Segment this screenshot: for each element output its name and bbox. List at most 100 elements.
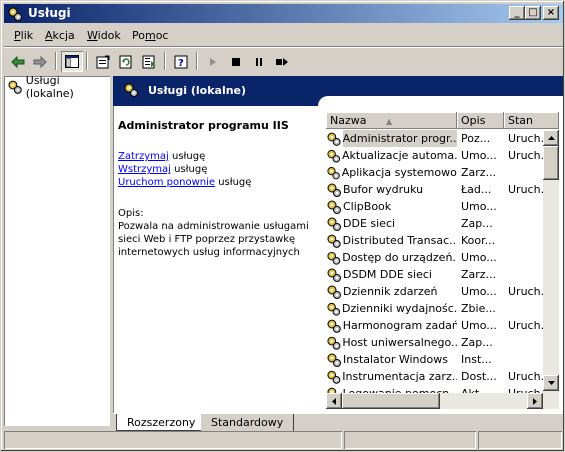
service-name-cell: DDE sieci bbox=[326, 215, 457, 232]
table-row[interactable]: Dziennik zdarzeń Umo... Uruch... bbox=[326, 283, 545, 300]
vertical-scrollbar[interactable] bbox=[543, 130, 559, 409]
svg-text:?: ? bbox=[178, 58, 184, 69]
table-row[interactable]: Dostęp do urządzeń... Umo... bbox=[326, 249, 545, 266]
menu-widok[interactable]: Widok bbox=[87, 29, 121, 42]
service-name: Dostęp do urządzeń... bbox=[342, 251, 457, 264]
tab-extended[interactable]: Rozszerzony bbox=[116, 414, 207, 431]
console-tree-icon bbox=[65, 55, 79, 68]
services-gear-icon bbox=[8, 80, 22, 94]
service-name-cell: Dziennik zdarzeń bbox=[326, 283, 457, 300]
table-row[interactable]: ClipBook Umo... bbox=[326, 198, 545, 215]
service-name: Harmonogram zadań bbox=[342, 319, 457, 332]
service-gear-icon bbox=[327, 183, 341, 197]
show-hide-tree-button[interactable] bbox=[61, 51, 83, 72]
menu-akcja[interactable]: Akcja bbox=[45, 29, 75, 42]
service-gear-icon bbox=[327, 166, 340, 179]
restart-service-button[interactable] bbox=[271, 51, 293, 72]
service-state bbox=[504, 266, 545, 283]
horizontal-scrollbar[interactable] bbox=[326, 393, 543, 409]
menu-plik[interactable]: Plik bbox=[14, 29, 33, 42]
stop-service-button[interactable] bbox=[225, 51, 247, 72]
tree-item-services-local[interactable]: Usługi (lokalne) bbox=[7, 74, 110, 100]
service-gear-icon bbox=[327, 251, 341, 265]
tab-standard[interactable]: Standardowy bbox=[201, 414, 295, 431]
table-row[interactable]: Bufor wydruku Ład... Uruch... bbox=[326, 181, 545, 198]
service-name-cell: Aplikacja systemowo... bbox=[326, 164, 457, 181]
service-gear-icon bbox=[327, 217, 341, 231]
table-row[interactable]: Distributed Transac... Koor... bbox=[326, 232, 545, 249]
refresh-button[interactable] bbox=[115, 51, 137, 72]
description-text: Pozwala na administrowanie usługami siec… bbox=[118, 221, 309, 258]
maximize-button[interactable]: □ bbox=[525, 6, 541, 20]
scroll-left-button[interactable] bbox=[326, 393, 342, 409]
service-description: Zbie... bbox=[461, 302, 496, 315]
services-list: Nazwa ▲ Opis Stan Administrator progr...… bbox=[326, 112, 559, 409]
service-name: Bufor wydruku bbox=[343, 183, 424, 196]
service-state bbox=[504, 249, 545, 266]
scroll-left-arrow-icon bbox=[332, 397, 336, 405]
column-header-state[interactable]: Stan bbox=[504, 112, 559, 129]
properties-icon bbox=[96, 55, 110, 68]
service-name: Instrumentacja zarz... bbox=[342, 370, 457, 383]
table-row[interactable]: Host uniwersalnego... Zap... bbox=[326, 334, 545, 351]
service-description: Dost... bbox=[461, 370, 497, 383]
properties-button[interactable] bbox=[92, 51, 114, 72]
tree-item-label: Usługi (lokalne) bbox=[25, 74, 74, 100]
table-row[interactable]: DSDM DDE sieci Zarz... bbox=[326, 266, 545, 283]
column-header-name[interactable]: Nazwa ▲ bbox=[326, 112, 457, 129]
scroll-right-button[interactable] bbox=[527, 393, 543, 409]
export-list-button[interactable] bbox=[138, 51, 160, 72]
table-row[interactable]: Dzienniki wydajnośc... Zbie... bbox=[326, 300, 545, 317]
menu-pomoc[interactable]: Pomoc bbox=[132, 29, 168, 42]
start-service-button[interactable] bbox=[202, 51, 224, 72]
pause-service-link[interactable]: Wstrzymaj bbox=[118, 164, 171, 175]
pause-service-button[interactable] bbox=[248, 51, 270, 72]
service-name: DDE sieci bbox=[343, 217, 396, 230]
service-state bbox=[504, 334, 545, 351]
service-description: Koor... bbox=[461, 234, 496, 247]
restart-service-suffix: usługę bbox=[215, 177, 252, 188]
scroll-down-arrow-icon bbox=[547, 381, 555, 385]
service-state: Uruch... bbox=[508, 132, 545, 145]
service-state: Uruch... bbox=[508, 183, 545, 196]
view-tabs: Rozszerzony Standardowy bbox=[113, 413, 563, 431]
service-description: Ład... bbox=[461, 183, 492, 196]
status-panel-2 bbox=[344, 431, 476, 449]
scroll-down-button[interactable] bbox=[543, 375, 559, 391]
horizontal-scroll-thumb[interactable] bbox=[342, 393, 440, 409]
title-bar[interactable]: Usługi _ □ × bbox=[4, 4, 563, 23]
table-row[interactable]: Harmonogram zadań Umo... Uruch... bbox=[326, 317, 545, 334]
minimize-button[interactable]: _ bbox=[509, 6, 525, 20]
service-name-cell: Bufor wydruku bbox=[326, 181, 457, 198]
help-button[interactable]: ? bbox=[170, 51, 192, 72]
table-row[interactable]: Instrumentacja zarz... Dost... Uruch... bbox=[326, 368, 545, 385]
scroll-up-button[interactable] bbox=[543, 130, 559, 146]
service-name-cell: Harmonogram zadań bbox=[326, 317, 457, 334]
column-header-description[interactable]: Opis bbox=[457, 112, 504, 129]
services-gear-icon bbox=[124, 83, 138, 97]
table-row[interactable]: Administrator progr... Poz... Uruch... bbox=[326, 130, 545, 147]
pause-icon bbox=[256, 57, 262, 66]
restart-service-link[interactable]: Uruchom ponownie bbox=[118, 177, 215, 188]
table-row[interactable]: Aplikacja systemowo... Zarz... bbox=[326, 164, 545, 181]
vertical-scroll-thumb[interactable] bbox=[543, 146, 559, 180]
table-row[interactable]: Instalator Windows Inst... bbox=[326, 351, 545, 368]
service-gear-icon bbox=[327, 234, 341, 248]
table-row[interactable]: DDE sieci Zap... bbox=[326, 215, 545, 232]
status-bar bbox=[4, 431, 563, 451]
forward-button[interactable] bbox=[29, 51, 51, 72]
service-gear-icon bbox=[327, 302, 341, 316]
service-name: Host uniwersalnego... bbox=[342, 336, 457, 349]
details-header-title: Usługi (lokalne) bbox=[148, 84, 247, 97]
details-pane: Usługi (lokalne) Administrator programu … bbox=[113, 76, 563, 431]
service-name: Dziennik zdarzeń bbox=[343, 285, 438, 298]
service-description: Zap... bbox=[461, 217, 493, 230]
service-state: Uruch... bbox=[508, 370, 545, 383]
table-row[interactable]: Aktualizacje automa... Umo... Uruch... bbox=[326, 147, 545, 164]
stop-service-link[interactable]: Zatrzymaj bbox=[118, 151, 169, 162]
service-gear-icon bbox=[327, 132, 341, 146]
service-description: Umo... bbox=[461, 285, 497, 298]
back-button[interactable] bbox=[7, 51, 29, 72]
pause-service-suffix: usługę bbox=[170, 164, 208, 175]
close-button[interactable]: × bbox=[543, 6, 559, 20]
